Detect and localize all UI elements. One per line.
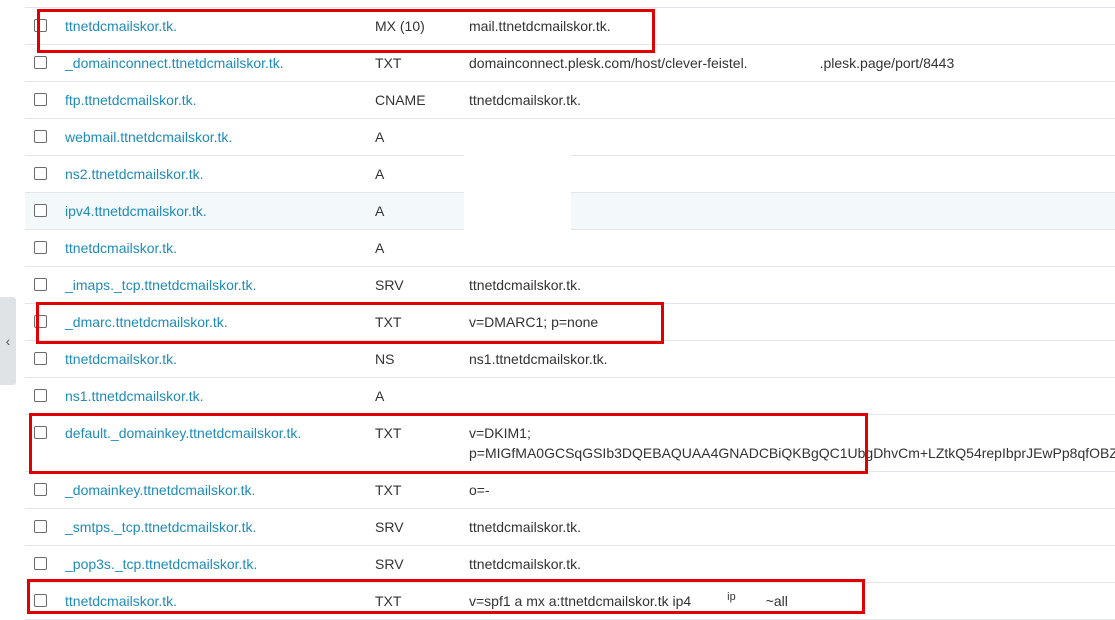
row-checkbox[interactable] [34,520,47,533]
table-row: ttnetdcmailskor.tk. NS ns1.ttnetdcmailsk… [25,341,1115,378]
record-host-link[interactable]: _domainconnect.ttnetdcmailskor.tk. [65,55,284,71]
record-host-link[interactable]: _imaps._tcp.ttnetdcmailskor.tk. [65,277,256,293]
sidebar-collapse-handle[interactable]: ‹ [0,297,16,385]
record-type: A [375,240,385,256]
record-value: ttnetdcmailskor.tk. [469,519,582,535]
row-checkbox[interactable] [34,426,47,439]
record-value: domainconnect.plesk.com/host/clever-feis… [469,53,954,73]
row-checkbox[interactable] [34,557,47,570]
record-host-link[interactable]: default._domainkey.ttnetdcmailskor.tk. [65,425,301,441]
row-checkbox[interactable] [34,167,47,180]
record-type: SRV [375,556,404,572]
chevron-left-icon: ‹ [5,333,11,349]
record-host-link[interactable]: ttnetdcmailskor.tk. [65,593,177,609]
row-checkbox[interactable] [34,241,47,254]
table-row: ttnetdcmailskor.tk. TXT v=spf1 a mx a:tt… [25,583,1115,620]
row-checkbox[interactable] [34,93,47,106]
record-host-link[interactable]: _domainkey.ttnetdcmailskor.tk. [65,482,255,498]
row-checkbox[interactable] [34,19,47,32]
row-checkbox[interactable] [34,352,47,365]
record-type: TXT [375,314,402,330]
table-row: _domainkey.ttnetdcmailskor.tk. TXT o=- [25,472,1115,509]
record-host-link[interactable]: ftp.ttnetdcmailskor.tk. [65,92,197,108]
record-host-link[interactable]: ipv4.ttnetdcmailskor.tk. [65,203,207,219]
dns-records-table: ttnetdcmailskor.tk. MX (10) mail.ttnetdc… [25,7,1115,620]
record-host-link[interactable]: ns2.ttnetdcmailskor.tk. [65,166,204,182]
row-checkbox[interactable] [34,56,47,69]
table-row: _dmarc.ttnetdcmailskor.tk. TXT v=DMARC1;… [25,304,1115,341]
record-value-prefix: domainconnect.plesk.com/host/clever-feis… [469,55,748,71]
record-type: TXT [375,593,402,609]
record-host-link[interactable]: _pop3s._tcp.ttnetdcmailskor.tk. [65,556,257,572]
record-type: SRV [375,519,404,535]
record-type: A [375,388,385,404]
record-type: NS [375,351,395,367]
record-value-suffix: .plesk.page/port/8443 [819,55,955,71]
row-checkbox[interactable] [34,389,47,402]
redacted-region [464,120,571,262]
record-value-part: v=spf1 a mx a:ttnetdcmailskor.tk ip4 [469,593,692,609]
record-host-link[interactable]: ns1.ttnetdcmailskor.tk. [65,388,204,404]
record-type: TXT [375,482,402,498]
record-value: ttnetdcmailskor.tk. [469,277,582,293]
record-type: A [375,203,385,219]
row-checkbox[interactable] [34,594,47,607]
record-type: SRV [375,277,404,293]
record-value: v=DKIM1; p=MIGfMA0GCSqGSIb3DQEBAQUAA4GNAD… [469,423,1115,463]
table-row: _imaps._tcp.ttnetdcmailskor.tk. SRV ttne… [25,267,1115,304]
record-value-line: p=MIGfMA0GCSqGSIb3DQEBAQUAA4GNADCBiQKBgQ… [469,445,1115,461]
row-checkbox[interactable] [34,278,47,291]
redacted-region [747,57,820,72]
record-host-link[interactable]: webmail.ttnetdcmailskor.tk. [65,129,232,145]
record-host-link[interactable]: ttnetdcmailskor.tk. [65,351,177,367]
record-host-link[interactable]: _smtps._tcp.ttnetdcmailskor.tk. [65,519,256,535]
record-type: CNAME [375,92,426,108]
record-host-link[interactable]: ttnetdcmailskor.tk. [65,18,177,34]
record-type: A [375,166,385,182]
redacted-region [464,384,572,406]
record-type: TXT [375,55,402,71]
record-type: TXT [375,425,402,441]
record-value: ttnetdcmailskor.tk. [469,556,582,572]
record-value: o=- [469,482,490,498]
row-checkbox[interactable] [34,204,47,217]
row-checkbox[interactable] [34,483,47,496]
record-value: v=DMARC1; p=none [469,314,599,330]
record-value: v=spf1 a mx a:ttnetdcmailskor.tk ip4 ip ~a… [469,591,788,613]
table-row: ttnetdcmailskor.tk. MX (10) mail.ttnetdc… [25,8,1115,45]
table-row: ftp.ttnetdcmailskor.tk. CNAME ttnetdcmai… [25,82,1115,119]
record-type: A [375,129,385,145]
record-host-link[interactable]: _dmarc.ttnetdcmailskor.tk. [65,314,228,330]
redacted-ip-label: ip [727,591,736,603]
row-checkbox[interactable] [34,315,47,328]
record-value-part: ~all [765,593,788,609]
record-type: MX (10) [375,18,425,34]
record-value: ttnetdcmailskor.tk. [469,92,582,108]
row-checkbox[interactable] [34,130,47,143]
record-value-line: v=DKIM1; [469,425,531,441]
table-row: default._domainkey.ttnetdcmailskor.tk. T… [25,415,1115,472]
table-row: _pop3s._tcp.ttnetdcmailskor.tk. SRV ttne… [25,546,1115,583]
record-host-link[interactable]: ttnetdcmailskor.tk. [65,240,177,256]
table-row: _domainconnect.ttnetdcmailskor.tk. TXT d… [25,45,1115,82]
record-value: mail.ttnetdcmailskor.tk. [469,18,611,34]
record-value: ns1.ttnetdcmailskor.tk. [469,351,608,367]
table-row: _smtps._tcp.ttnetdcmailskor.tk. SRV ttne… [25,509,1115,546]
